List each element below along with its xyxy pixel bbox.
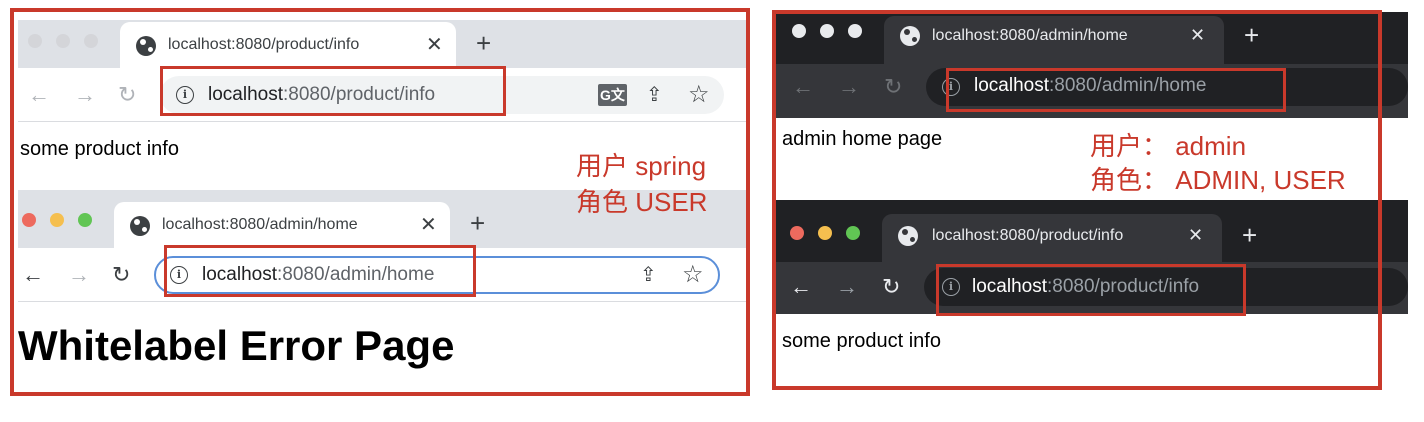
url-highlight-box bbox=[164, 245, 476, 297]
url-highlight-box bbox=[936, 264, 1246, 316]
screenshot-stage: localhost:8080/product/info ✕ + ← → ↻ i … bbox=[0, 0, 1424, 422]
url-highlight-box bbox=[946, 68, 1286, 112]
right-outline-box bbox=[772, 10, 1382, 390]
url-highlight-box bbox=[160, 66, 506, 116]
